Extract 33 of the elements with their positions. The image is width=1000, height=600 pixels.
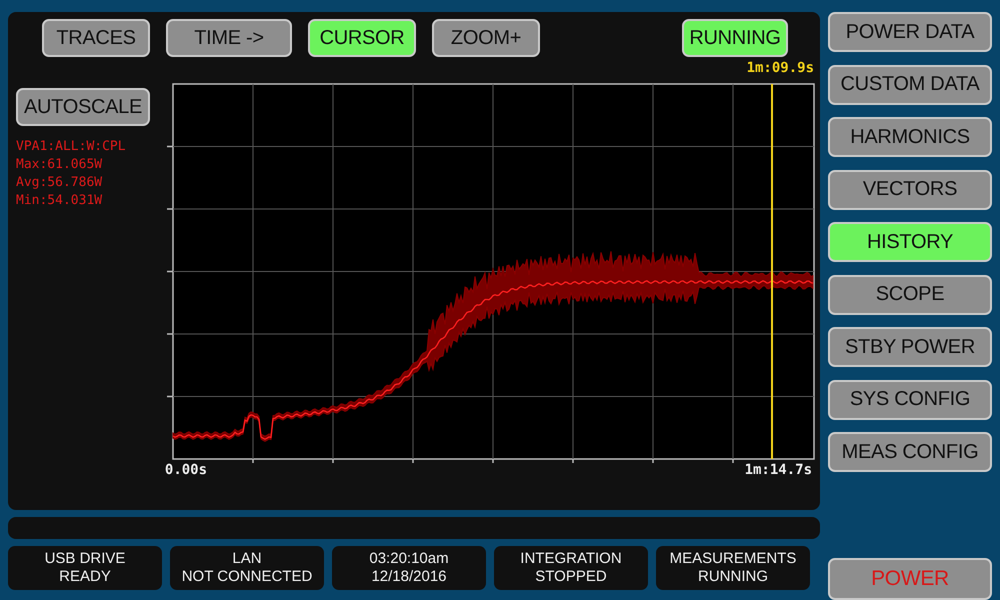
nav-button[interactable]: SCOPE [828,274,992,314]
status-text: 03:20:10am [369,550,449,568]
autoscale-button[interactable]: AUTOSCALE [16,88,150,126]
nav-button[interactable]: MEAS CONFIG [828,432,992,472]
nav-button[interactable]: CUSTOM DATA [828,64,992,104]
status-text: MEASUREMENTS [670,550,796,568]
run-state-button[interactable]: RUNNING [682,19,788,57]
status-text: RUNNING [698,568,768,586]
nav-button[interactable]: HARMONICS [828,117,992,157]
toolbar-tab[interactable]: ZOOM+ [432,19,540,57]
cursor-line[interactable] [770,84,773,459]
cursor-time-label: 1m:09.9s [746,60,814,76]
toolbar-tab[interactable]: CURSOR [308,19,416,57]
nav-button[interactable]: POWER DATA [828,12,992,52]
status-text: USB DRIVE [44,550,126,568]
x-axis-label: 0.00s [164,462,208,478]
nav-button[interactable]: VECTORS [828,170,992,210]
nav-button[interactable]: HISTORY [828,222,992,262]
nav-button[interactable]: STBY POWER [828,327,992,367]
trace-stat-text: Max:61.065W [16,156,104,174]
status-text: STOPPED [535,568,607,586]
status-text: READY [59,568,111,586]
x-axis-label: 1m:14.7s [744,462,812,478]
trace-stat-text: VPA1:ALL:W:CPL [16,138,127,156]
status-text: 12/18/2016 [371,568,447,586]
nav-button[interactable]: SYS CONFIG [828,380,992,420]
toolbar-tab[interactable]: TRACES [42,19,150,57]
trace-stat-text: Min:54.031W [16,192,104,210]
trace-stat-text: Avg:56.786W [16,174,104,192]
toolbar-tab[interactable]: TIME -> [166,19,292,57]
status-text: INTEGRATION [520,550,622,568]
status-text: NOT CONNECTED [182,568,312,586]
status-text: LAN [232,550,262,568]
